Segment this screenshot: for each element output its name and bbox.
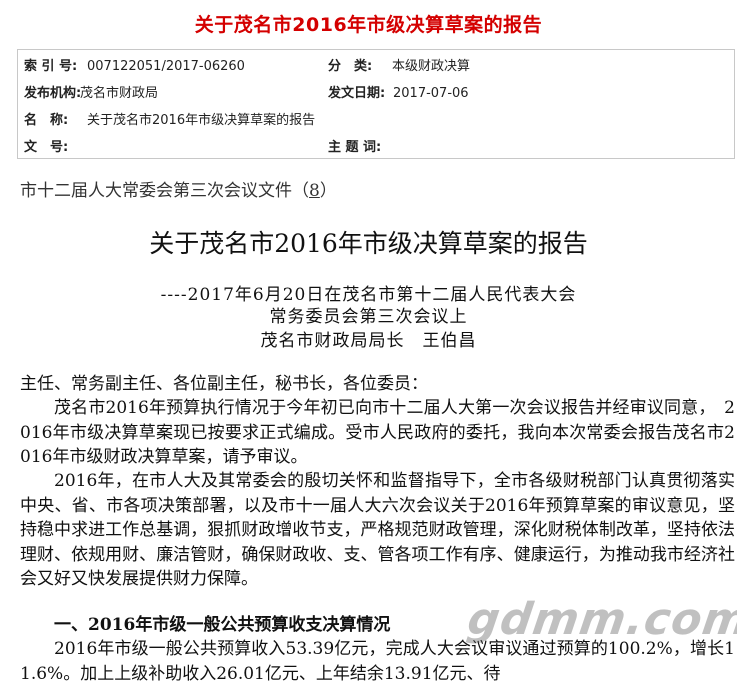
date-label: 发文日期: bbox=[328, 86, 386, 101]
paragraph-1: 茂名市2016年预算执行情况于今年初已向市十二届人大第一次会议报告并经审议同意，… bbox=[20, 398, 735, 467]
subject-label: 主 题 词: bbox=[328, 140, 382, 155]
category-label: 分 类: bbox=[328, 59, 373, 74]
index-value: 007122051/2017-06260 bbox=[87, 59, 245, 74]
name-value: 关于茂名市2016年市级决算草案的报告 bbox=[87, 113, 316, 128]
meta-row-docno: 文 号: 主 题 词: bbox=[18, 135, 734, 161]
byline-author: 茂名市财政局局长 王伯昌 bbox=[260, 331, 477, 351]
session-prefix: 市十二届人大常委会第三次会议文件（ bbox=[20, 181, 309, 201]
category-value: 本级财政决算 bbox=[392, 59, 471, 74]
session-number: 8 bbox=[309, 181, 320, 201]
byline-meeting: 常务委员会第三次会议上 bbox=[269, 307, 468, 327]
paragraph-2: 2016年，在市人大及其常委会的殷切关怀和监督指导下，全市各级财税部门认真贯彻落… bbox=[20, 471, 735, 589]
page-title: 关于茂名市2016年市级决算草案的报告 bbox=[194, 14, 543, 36]
date-value: 2017-07-06 bbox=[393, 86, 469, 101]
index-label: 索 引 号: bbox=[24, 59, 78, 74]
publisher-value: 茂名市财政局 bbox=[80, 86, 159, 101]
name-label: 名 称: bbox=[24, 113, 69, 128]
publisher-label: 发布机构: bbox=[24, 86, 82, 101]
session-suffix: ） bbox=[319, 181, 337, 201]
meta-row-index: 索 引 号: 007122051/2017-06260 分 类: 本级财政决算 bbox=[18, 54, 734, 80]
meta-row-name: 名 称: 关于茂名市2016年市级决算草案的报告 bbox=[18, 108, 734, 134]
salutation: 主任、常务副主任、各位副主任，秘书长，各位委员： bbox=[20, 374, 428, 394]
session-line: 市十二届人大常委会第三次会议文件（8） bbox=[20, 176, 337, 201]
document-title: 关于茂名市2016年市级决算草案的报告 bbox=[149, 229, 588, 258]
meta-row-publisher: 发布机构: 茂名市财政局 发文日期: 2017-07-06 bbox=[18, 81, 734, 107]
metadata-table: 索 引 号: 007122051/2017-06260 分 类: 本级财政决算 … bbox=[17, 49, 735, 159]
watermark-logo: gdmm.com bbox=[464, 594, 737, 645]
docno-label: 文 号: bbox=[24, 140, 69, 155]
